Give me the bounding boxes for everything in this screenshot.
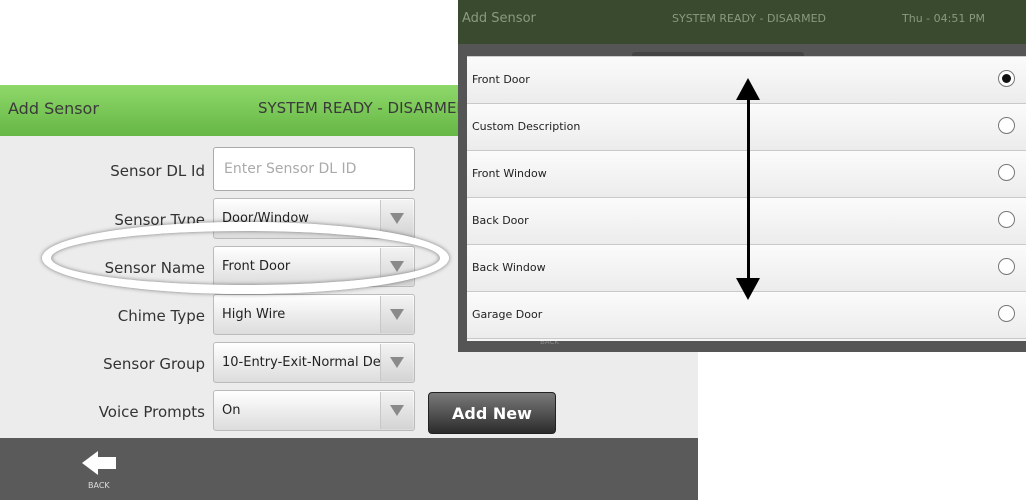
double-arrow-icon xyxy=(728,78,768,300)
option-label: Back Door xyxy=(472,214,529,227)
clock: Thu - 04:51 PM xyxy=(902,12,985,25)
sensor-type-label: Sensor Type xyxy=(114,211,205,229)
sensor-group-value: 10-Entry-Exit-Normal Del xyxy=(222,355,382,370)
sensor-name-select[interactable]: Front Door xyxy=(213,246,415,287)
radio-button-icon[interactable] xyxy=(998,305,1015,322)
sensor-dl-id-field[interactable] xyxy=(213,147,415,191)
sensor-type-value: Door/Window xyxy=(222,211,309,226)
system-status: SYSTEM READY - DISARMED xyxy=(258,99,468,117)
radio-button-icon[interactable] xyxy=(998,211,1015,228)
sensor-dl-id-input[interactable] xyxy=(222,160,406,178)
radio-button-icon[interactable] xyxy=(998,70,1015,87)
back-arrow-shaft xyxy=(96,457,116,469)
dropdown-button[interactable] xyxy=(380,344,413,381)
sensor-dl-id-label: Sensor DL Id xyxy=(110,162,205,180)
voice-prompts-value: On xyxy=(222,403,241,418)
back-label: BACK xyxy=(88,481,110,490)
sensor-group-select[interactable]: 10-Entry-Exit-Normal Del xyxy=(213,342,415,383)
dropdown-button[interactable] xyxy=(380,392,413,429)
dropdown-button[interactable] xyxy=(380,200,413,237)
chime-type-value: High Wire xyxy=(222,307,286,322)
dimmed-header-bar: Add Sensor SYSTEM READY - DISARMED Thu -… xyxy=(458,0,1026,44)
add-new-button[interactable]: Add New xyxy=(428,392,556,434)
triangle-down-icon xyxy=(390,405,404,416)
arrow-down-head xyxy=(736,278,760,300)
sensor-group-label: Sensor Group xyxy=(103,355,205,373)
voice-prompts-select[interactable]: On xyxy=(213,390,415,431)
dropdown-button[interactable] xyxy=(380,248,413,285)
radio-button-icon[interactable] xyxy=(998,117,1015,134)
voice-prompts-label: Voice Prompts xyxy=(98,403,205,421)
radio-button-icon[interactable] xyxy=(998,164,1015,181)
triangle-down-icon xyxy=(390,213,404,224)
radio-button-icon[interactable] xyxy=(998,258,1015,275)
triangle-down-icon xyxy=(390,261,404,272)
system-status: SYSTEM READY - DISARMED xyxy=(672,12,826,25)
chime-type-select[interactable]: High Wire xyxy=(213,294,415,335)
footer-bar: BACK xyxy=(0,438,698,500)
dropdown-button[interactable] xyxy=(380,296,413,333)
option-label: Front Window xyxy=(472,167,547,180)
page-title: Add Sensor xyxy=(8,99,99,118)
triangle-down-icon xyxy=(390,309,404,320)
option-label: Back Window xyxy=(472,261,546,274)
back-button[interactable]: BACK xyxy=(78,446,124,496)
option-label: Garage Door xyxy=(472,308,543,321)
sensor-type-select[interactable]: Door/Window xyxy=(213,198,415,239)
chime-type-label: Chime Type xyxy=(117,307,205,325)
triangle-down-icon xyxy=(390,357,404,368)
option-label: Custom Description xyxy=(472,120,581,133)
sensor-name-label: Sensor Name xyxy=(104,259,205,277)
page-title: Add Sensor xyxy=(462,11,536,26)
arrow-shaft xyxy=(747,94,750,284)
sensor-name-value: Front Door xyxy=(222,259,291,274)
option-label: Front Door xyxy=(472,73,530,86)
